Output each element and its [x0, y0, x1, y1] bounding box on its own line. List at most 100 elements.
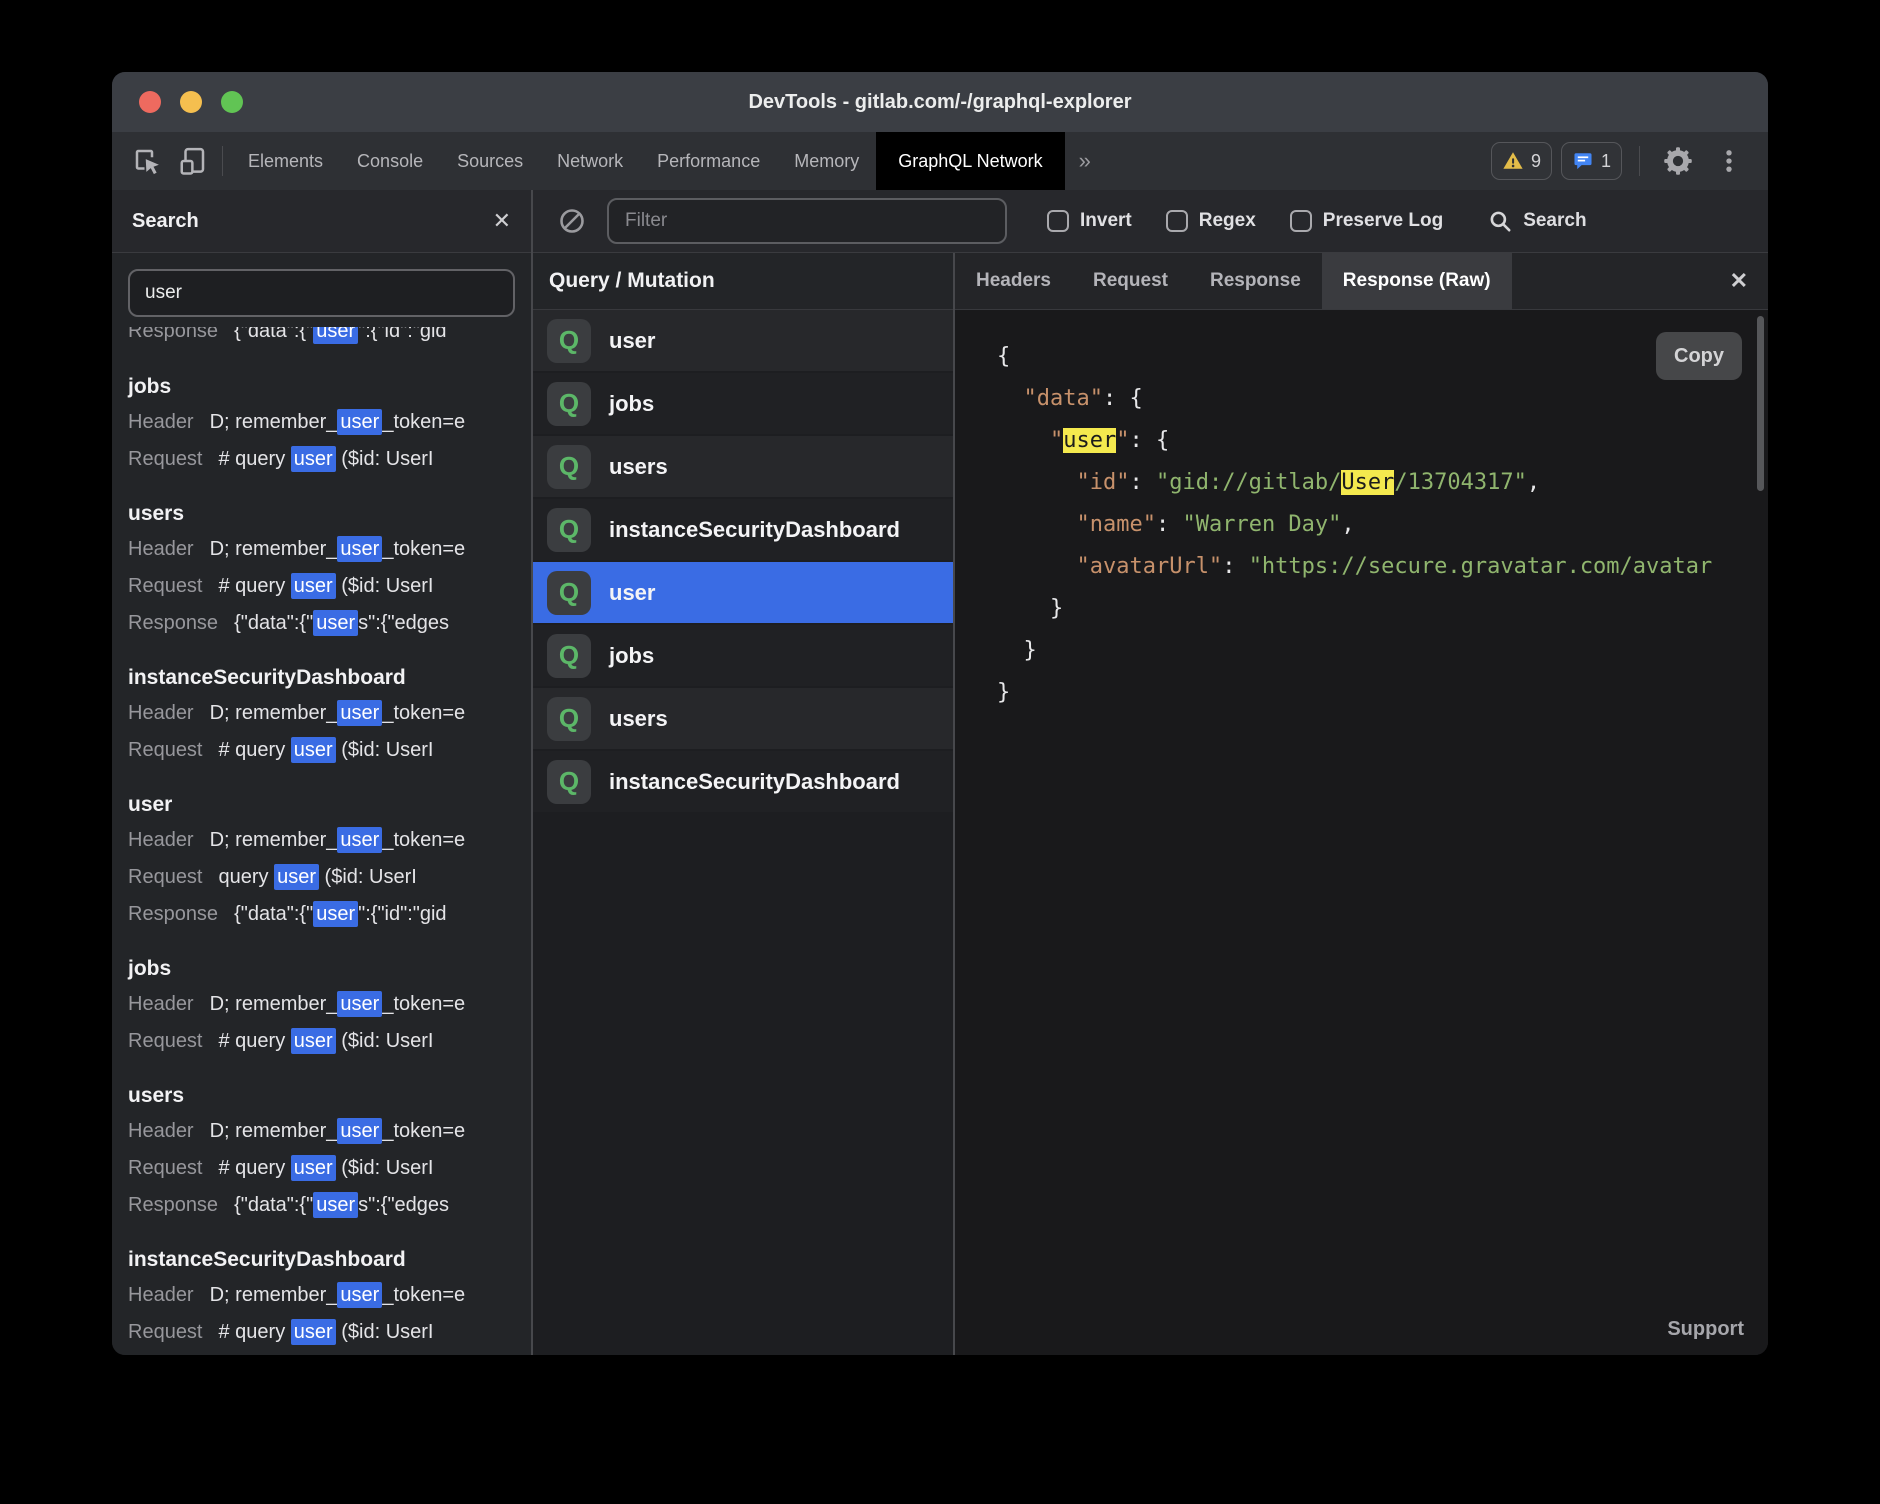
match-highlight: user: [337, 700, 382, 726]
device-toolbar-icon[interactable]: [172, 140, 214, 182]
match-highlight: user: [313, 1192, 358, 1218]
result-line-response[interactable]: Response{"data":{"user":{"id":"gid: [128, 327, 531, 350]
request-detail-panel: HeadersRequestResponseResponse (Raw) ✕ Co…: [955, 253, 1768, 1355]
result-group-title[interactable]: user: [128, 793, 531, 817]
devtools-tabs: ElementsConsoleSourcesNetworkPerformance…: [231, 132, 1065, 190]
checkbox-invert[interactable]: Invert: [1047, 210, 1132, 232]
result-line-request[interactable]: Request# query user ($id: UserI: [128, 1023, 531, 1060]
kebab-menu-icon[interactable]: [1708, 140, 1750, 182]
checkbox-box-regex[interactable]: [1166, 210, 1188, 232]
result-line-request[interactable]: Requestquery user ($id: UserI: [128, 859, 531, 896]
clipped-result-line[interactable]: Response{"data":{"user":{"id":"gid: [128, 327, 531, 351]
tab-graphql-network[interactable]: GraphQL Network: [876, 132, 1064, 190]
message-icon: [1572, 150, 1594, 172]
result-group-title[interactable]: users: [128, 502, 531, 526]
detail-tab-request[interactable]: Request: [1072, 253, 1189, 309]
result-group-instancesecuritydashboard: instanceSecurityDashboard HeaderD; rememb…: [128, 666, 531, 769]
query-item-label: users: [609, 454, 668, 480]
query-item-label: user: [609, 580, 655, 606]
issues-badge[interactable]: 1: [1561, 142, 1622, 180]
settings-gear-icon[interactable]: [1657, 140, 1699, 182]
checkbox-regex[interactable]: Regex: [1166, 210, 1256, 232]
inspect-element-icon[interactable]: [126, 140, 168, 182]
result-line-header[interactable]: HeaderD; remember_user_token=e: [128, 1113, 531, 1150]
query-list-item-users[interactable]: Qusers: [533, 436, 953, 497]
detail-panel-close-icon[interactable]: ✕: [1730, 268, 1748, 294]
clear-log-icon[interactable]: [551, 200, 593, 242]
search-control[interactable]: Search: [1487, 208, 1586, 234]
query-list-item-instancesecuritydashboard[interactable]: QinstanceSecurityDashboard: [533, 499, 953, 560]
query-panel-header: Query / Mutation: [533, 253, 953, 310]
more-tabs-chevron-icon[interactable]: »: [1065, 132, 1105, 190]
result-line-label: Request: [128, 866, 203, 888]
result-line-header[interactable]: HeaderD; remember_user_token=e: [128, 986, 531, 1023]
minimize-window-button[interactable]: [180, 91, 202, 113]
toolbar-divider: [222, 146, 223, 176]
search-panel-close-icon[interactable]: ✕: [493, 210, 511, 232]
result-group-title[interactable]: instanceSecurityDashboard: [128, 1248, 531, 1272]
result-line-request[interactable]: Request# query user ($id: UserI: [128, 732, 531, 769]
support-link[interactable]: Support: [1667, 1318, 1744, 1341]
query-list-item-jobs[interactable]: Qjobs: [533, 625, 953, 686]
result-group-instancesecuritydashboard: instanceSecurityDashboard HeaderD; rememb…: [128, 1248, 531, 1351]
tab-console[interactable]: Console: [340, 132, 440, 190]
query-item-label: user: [609, 328, 655, 354]
query-list-item-instancesecuritydashboard[interactable]: QinstanceSecurityDashboard: [533, 751, 953, 812]
search-results: jobsHeaderD; remember_user_token=eReques…: [128, 375, 531, 1351]
search-input[interactable]: [128, 269, 515, 317]
checkbox-box-invert[interactable]: [1047, 210, 1069, 232]
tab-performance[interactable]: Performance: [640, 132, 777, 190]
result-group-title[interactable]: instanceSecurityDashboard: [128, 666, 531, 690]
result-line-label: Request: [128, 1157, 203, 1179]
result-line-response[interactable]: Response{"data":{"user":{"id":"gid: [128, 896, 531, 933]
result-line-request[interactable]: Request# query user ($id: UserI: [128, 441, 531, 478]
query-list-item-user[interactable]: Quser: [533, 562, 953, 623]
response-raw-view: Copy Support { "data": { "user": { "id":…: [955, 310, 1768, 1355]
result-group-jobs: jobs HeaderD; remember_user_token=eReques…: [128, 375, 531, 478]
result-line-header[interactable]: HeaderD; remember_user_token=e: [128, 531, 531, 568]
match-highlight: user: [291, 573, 336, 599]
query-item-label: jobs: [609, 643, 654, 669]
checkbox-label: Preserve Log: [1323, 210, 1443, 232]
detail-scrollbar-thumb[interactable]: [1757, 316, 1764, 491]
detail-tab-response-raw[interactable]: Response (Raw): [1322, 253, 1512, 309]
zoom-window-button[interactable]: [221, 91, 243, 113]
result-line-header[interactable]: HeaderD; remember_user_token=e: [128, 404, 531, 441]
filter-input[interactable]: [607, 198, 1007, 244]
copy-button[interactable]: Copy: [1656, 332, 1742, 380]
detail-tab-headers[interactable]: Headers: [955, 253, 1072, 309]
tab-sources[interactable]: Sources: [440, 132, 540, 190]
tab-memory[interactable]: Memory: [777, 132, 876, 190]
query-badge-icon: Q: [547, 445, 591, 489]
query-list-item-user[interactable]: Quser: [533, 310, 953, 371]
query-list-item-users[interactable]: Qusers: [533, 688, 953, 749]
result-group-title[interactable]: users: [128, 1084, 531, 1108]
result-line-label: Request: [128, 1030, 203, 1052]
result-group-title[interactable]: jobs: [128, 957, 531, 981]
controls-divider: [1639, 146, 1640, 176]
result-line-response[interactable]: Response{"data":{"users":{"edges: [128, 1187, 531, 1224]
query-list-item-jobs[interactable]: Qjobs: [533, 373, 953, 434]
checkbox-preserve-log[interactable]: Preserve Log: [1290, 210, 1443, 232]
detail-tab-response[interactable]: Response: [1189, 253, 1322, 309]
checkbox-box-preserve-log[interactable]: [1290, 210, 1312, 232]
result-line-response[interactable]: Response{"data":{"users":{"edges: [128, 605, 531, 642]
result-group-title[interactable]: jobs: [128, 375, 531, 399]
result-line-header[interactable]: HeaderD; remember_user_token=e: [128, 1277, 531, 1314]
result-line-request[interactable]: Request# query user ($id: UserI: [128, 568, 531, 605]
close-window-button[interactable]: [139, 91, 161, 113]
json-line: "user": {: [997, 420, 1768, 462]
title-bar: DevTools - gitlab.com/-/graphql-explorer: [112, 72, 1768, 132]
query-item-label: users: [609, 706, 668, 732]
result-line-request[interactable]: Request# query user ($id: UserI: [128, 1150, 531, 1187]
warnings-badge[interactable]: 9: [1491, 142, 1552, 180]
tab-network[interactable]: Network: [540, 132, 640, 190]
result-line-request[interactable]: Request# query user ($id: UserI: [128, 1314, 531, 1351]
tab-elements[interactable]: Elements: [231, 132, 340, 190]
result-group-user: userHeaderD; remember_user_token=eReques…: [128, 793, 531, 933]
json-line: "data": {: [997, 378, 1768, 420]
result-line-header[interactable]: HeaderD; remember_user_token=e: [128, 695, 531, 732]
result-line-label: Response: [128, 327, 218, 342]
query-mutation-panel: Query / Mutation QuserQjobsQusersQinstan…: [533, 253, 953, 1355]
result-line-header[interactable]: HeaderD; remember_user_token=e: [128, 822, 531, 859]
